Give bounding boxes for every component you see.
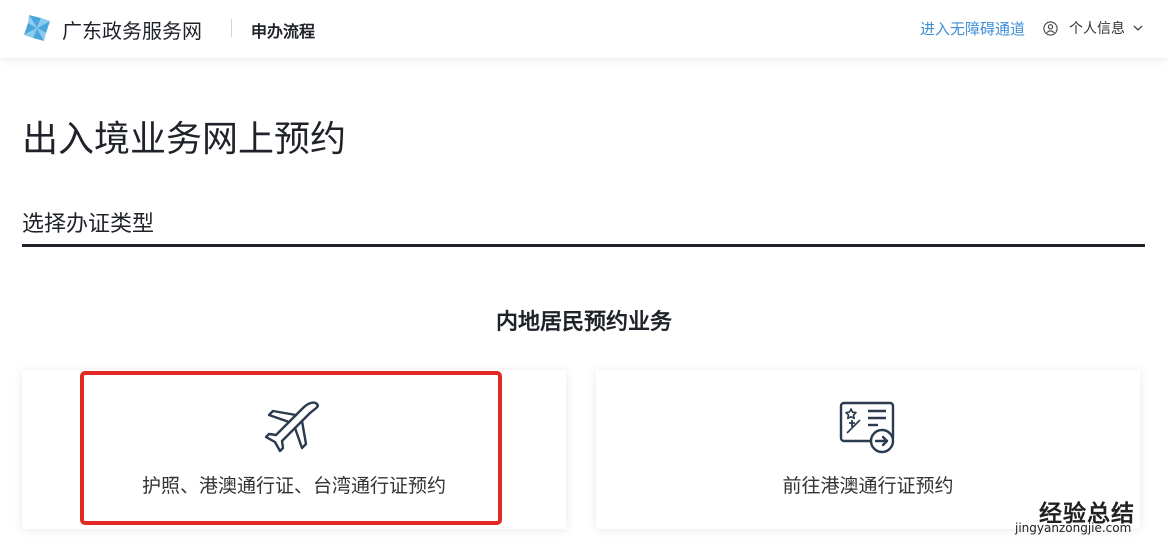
flow-title: 申办流程 <box>251 22 316 41</box>
permit-card-icon <box>839 401 895 454</box>
airplane-icon <box>264 401 319 453</box>
passport-permit-card[interactable]: 护照、港澳通行证、台湾通行证预约 <box>22 370 566 529</box>
page-title: 出入境业务网上预约 <box>22 119 347 160</box>
group-title: 内地居民预约业务 <box>495 310 672 335</box>
user-menu-label: 个人信息 <box>1069 21 1125 37</box>
chevron-down-icon <box>1133 25 1143 31</box>
header-divider <box>231 19 232 37</box>
site-name[interactable]: 广东政务服务网 <box>62 15 202 44</box>
passport-permit-card-label: 护照、港澳通行证、台湾通行证预约 <box>141 475 446 497</box>
top-header: 广东政务服务网 申办流程 进入无障碍通道 个人信息 <box>0 0 1168 58</box>
user-circle-icon <box>1043 20 1058 36</box>
accessible-mode-link[interactable]: 进入无障碍通道 <box>920 18 1025 39</box>
section-divider <box>22 244 1145 247</box>
user-menu[interactable]: 个人信息 <box>1043 18 1143 38</box>
watermark-url: jingyanzongjie.com <box>1015 521 1132 535</box>
pinwheel-logo-icon[interactable] <box>22 12 52 44</box>
section-label: 选择办证类型 <box>22 212 155 237</box>
